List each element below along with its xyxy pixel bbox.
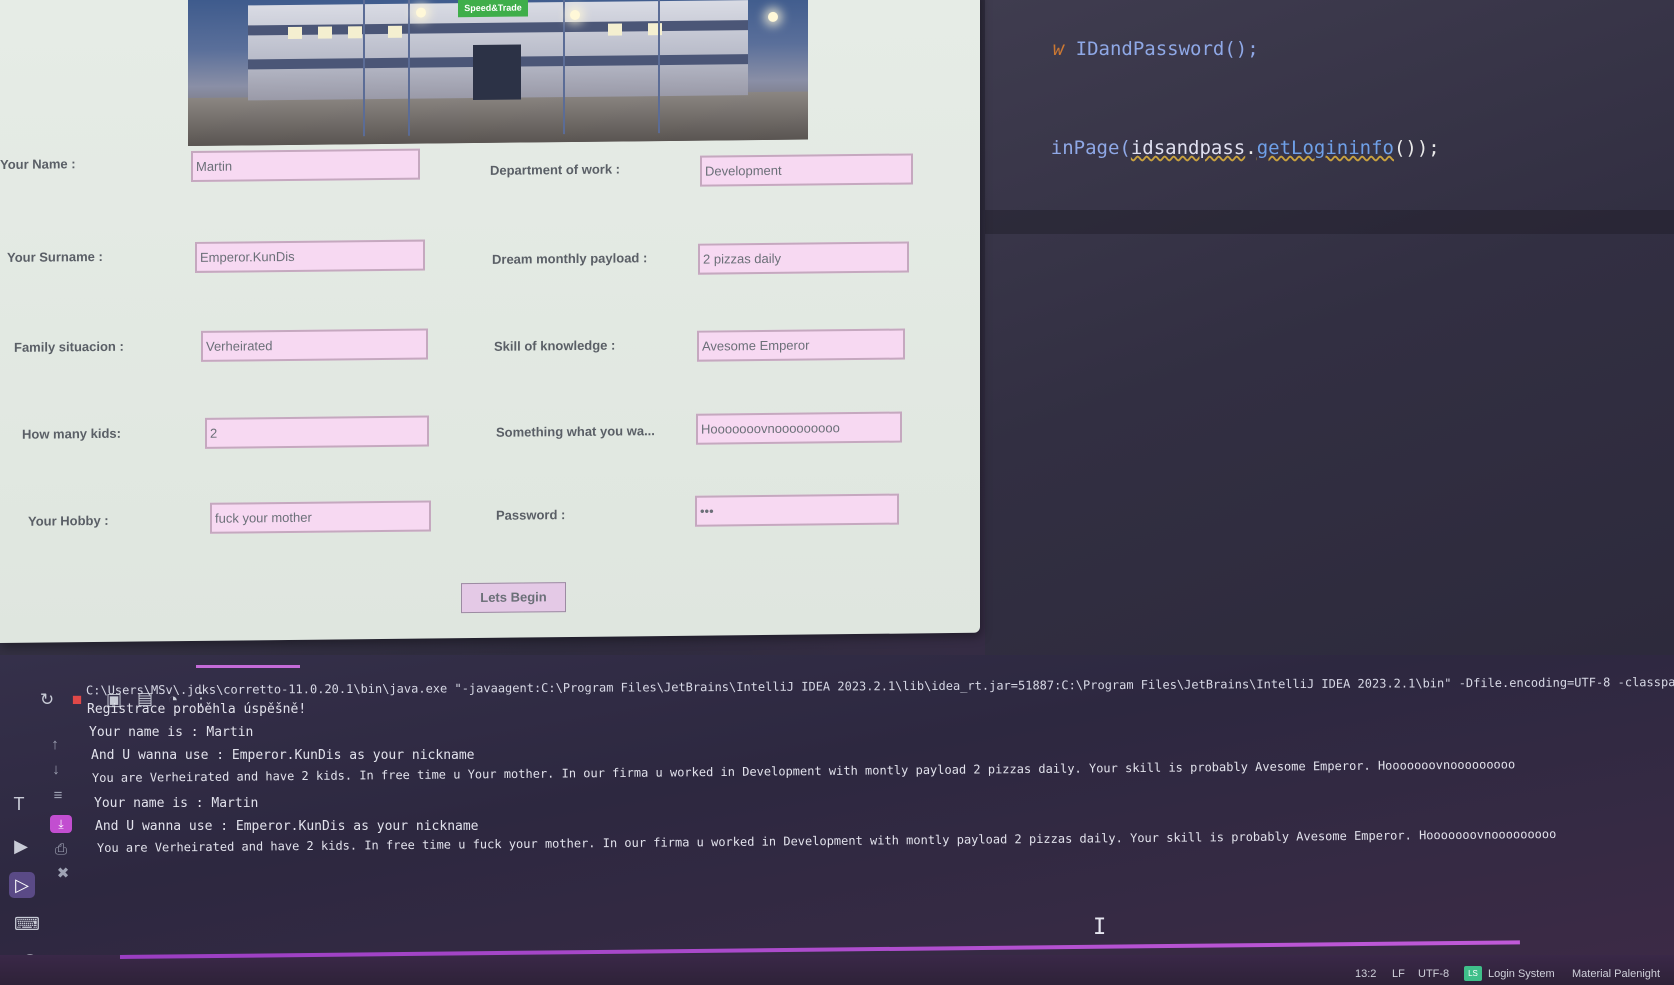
payload-input[interactable]: 2 pizzas daily — [698, 241, 909, 275]
code-method: getLogininfo — [1256, 137, 1394, 159]
registration-form-window: Speed&Trade Your Name : Martin Your Surn… — [0, 0, 980, 644]
building-door — [473, 44, 521, 101]
department-label: Department of work : — [490, 161, 621, 178]
console-line: And U wanna use : Emperor.KunDis as your… — [91, 748, 475, 763]
project-badge: LS — [1464, 966, 1482, 981]
lamp — [416, 7, 426, 18]
scroll-to-end-icon[interactable]: ⤓ — [50, 815, 72, 833]
console-command-line: C:\Users\MSv\.jdks\corretto-11.0.20.1\bi… — [85, 674, 1674, 698]
name-input[interactable]: Martin — [191, 148, 420, 182]
lamp — [570, 9, 580, 21]
surname-label: Your Surname : — [7, 248, 103, 265]
soft-wrap-icon[interactable]: ≡ — [45, 783, 71, 809]
skill-input[interactable]: Avesome Emperor — [697, 328, 905, 362]
code-variable: idsandpass — [1130, 137, 1246, 159]
scroll-up-icon[interactable]: ↑ — [42, 732, 68, 758]
lamp-pole — [363, 0, 365, 137]
kids-label: How many kids: — [22, 425, 121, 442]
stop-icon[interactable]: ■ — [66, 689, 88, 711]
department-input[interactable]: Development — [700, 153, 913, 187]
console-line: And U wanna use : Emperor.KunDis as your… — [95, 819, 479, 834]
code-dot: . — [1245, 137, 1257, 159]
print-icon[interactable]: ⎙ — [48, 837, 74, 863]
password-input[interactable]: ••• — [695, 493, 899, 527]
window-light — [388, 25, 402, 38]
terminal-icon[interactable]: ⌨ — [14, 911, 40, 937]
lets-begin-button[interactable]: Lets Begin — [461, 582, 566, 614]
editor-divider — [985, 210, 1674, 234]
console-line: Your name is : Martin — [94, 796, 259, 811]
hobby-input[interactable]: fuck your mother — [210, 500, 431, 534]
window-light — [608, 23, 622, 36]
clear-all-icon[interactable]: ✖ — [50, 861, 76, 887]
surname-input[interactable]: Emperor.KunDis — [195, 239, 425, 273]
hobby-label: Your Hobby : — [28, 512, 109, 529]
company-sign: Speed&Trade — [458, 0, 528, 18]
something-label: Something what you wa... — [496, 423, 655, 440]
skill-label: Skill of knowledge : — [494, 337, 616, 354]
password-label: Password : — [496, 507, 566, 523]
caret-position[interactable]: 13:2 — [1355, 968, 1376, 980]
window-light — [318, 26, 332, 39]
code-editor[interactable]: w IDandPassword(); inPage(idsandpass.get… — [985, 0, 1674, 655]
payload-label: Dream monthly payload : — [492, 250, 648, 267]
lamp — [768, 11, 778, 22]
code-suffix: ()); — [1393, 137, 1440, 159]
text-format-icon[interactable]: T — [6, 791, 32, 817]
lamp-pole — [658, 0, 660, 134]
code-line-1[interactable]: w IDandPassword(); — [1007, 16, 1259, 82]
code-line-2[interactable]: inPage(idsandpass.getLogininfo()); — [1005, 115, 1440, 181]
rerun-icon[interactable]: ↻ — [36, 689, 58, 711]
lamp-pole — [408, 0, 410, 136]
code-keyword: w — [1052, 38, 1065, 60]
run-icon[interactable]: ▷ — [9, 872, 35, 898]
lamp-pole — [563, 0, 565, 135]
family-situation-label: Family situacion : — [14, 338, 124, 355]
console-line: Your name is : Martin — [89, 725, 254, 740]
code-prefix: inPage( — [1050, 137, 1131, 159]
window-light — [348, 26, 362, 39]
project-name[interactable]: Login System — [1488, 968, 1555, 980]
text-cursor-icon: I — [1093, 915, 1107, 940]
window-light — [288, 26, 302, 39]
theme-name[interactable]: Material Palenight — [1572, 968, 1660, 980]
family-situation-input[interactable]: Verheirated — [201, 328, 428, 362]
building-image: Speed&Trade — [188, 0, 808, 147]
something-input[interactable]: Hooooooovnooooooooo — [696, 411, 902, 445]
kids-input[interactable]: 2 — [205, 415, 429, 449]
file-encoding[interactable]: UTF-8 — [1418, 968, 1449, 980]
code-text: IDandPassword(); — [1064, 38, 1259, 60]
console-line: Registrace proběhla úspěšně! — [87, 702, 307, 717]
scroll-down-icon[interactable]: ↓ — [43, 757, 69, 783]
services-icon[interactable]: ▶ — [8, 833, 34, 859]
line-separator[interactable]: LF — [1392, 968, 1405, 980]
name-label: Your Name : — [0, 156, 76, 172]
run-tool-window: ↻ ■ ▣ ▤ ◔ ⋮ ↑ ↓ ≡ ⤓ ⎙ ✖ T ▶ ▷ ⌨ ⓘ C:\Use… — [0, 655, 1674, 985]
run-tab-indicator — [196, 665, 300, 668]
